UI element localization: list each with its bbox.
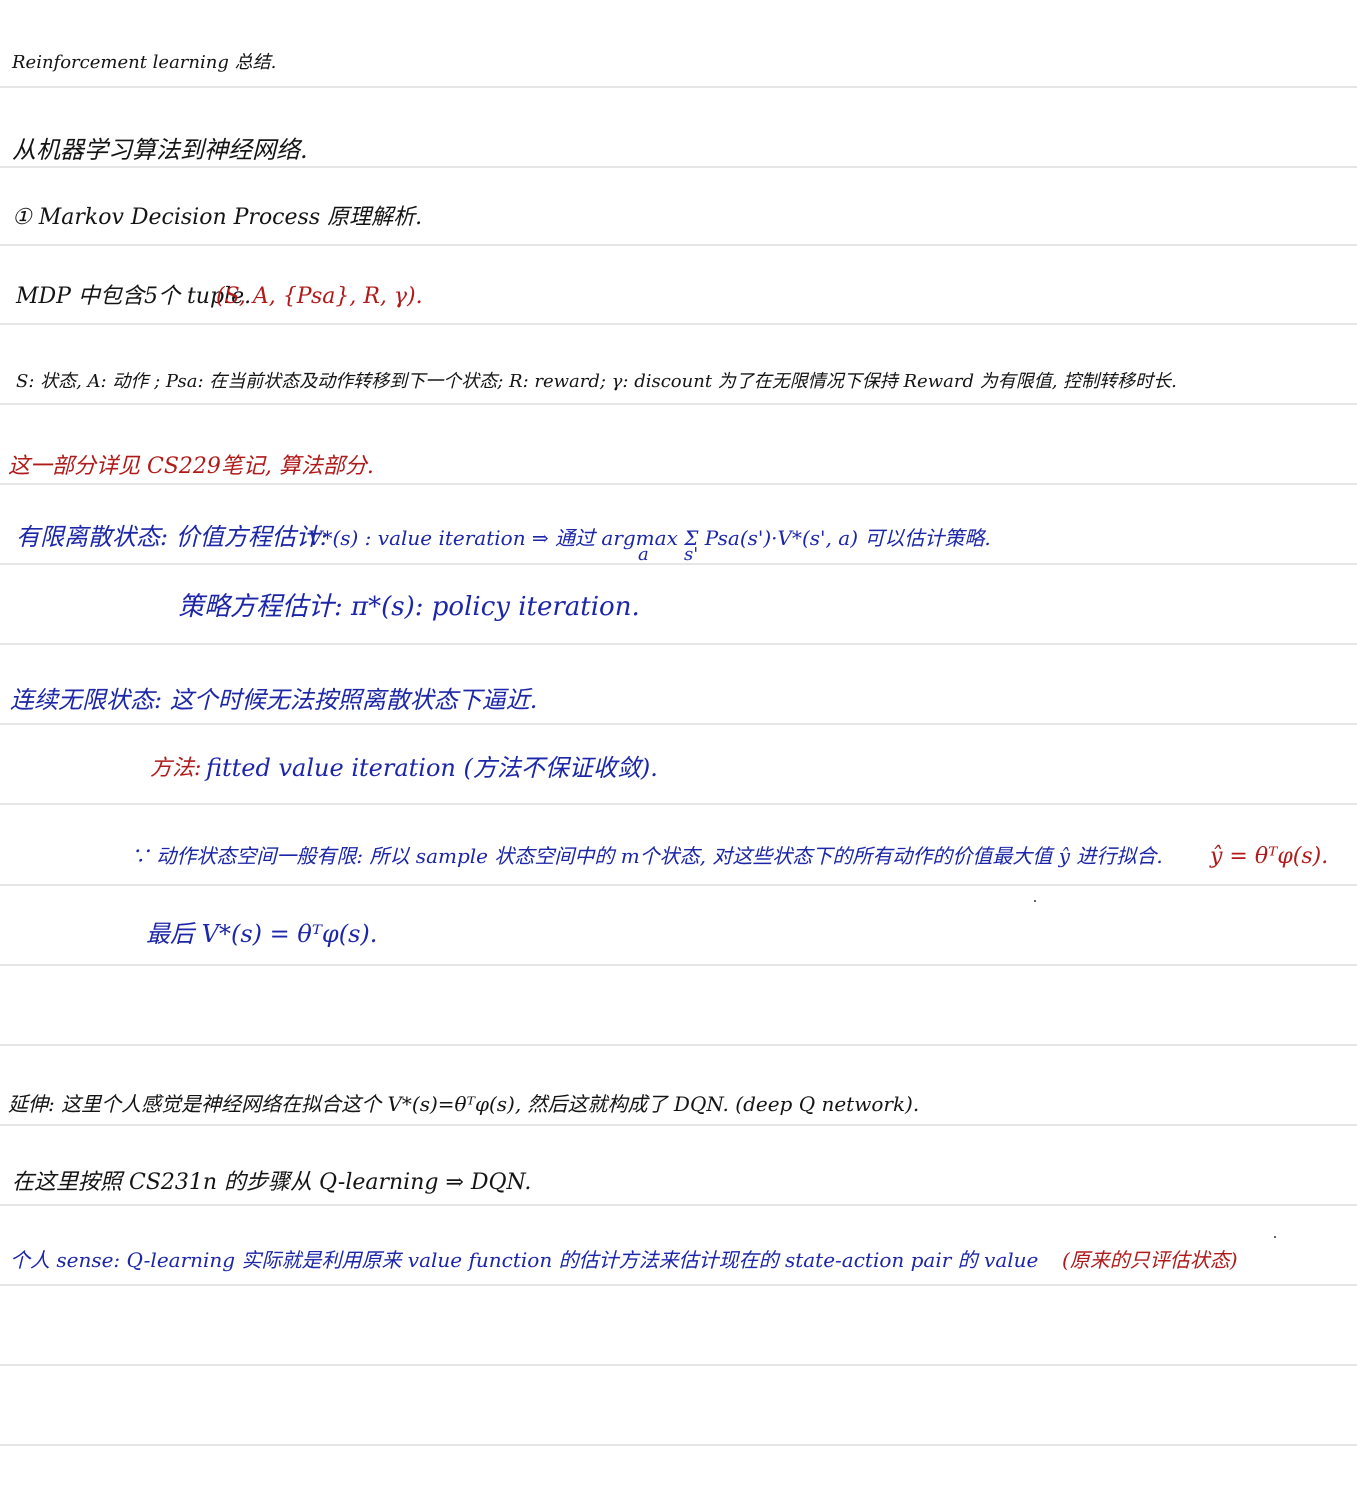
ruled-line — [0, 483, 1357, 485]
note-line-6-label: 有限离散状态: 价值方程估计: — [16, 523, 328, 551]
ruled-line — [0, 1364, 1357, 1366]
ruled-line — [0, 1044, 1357, 1046]
sum-subscript: s' — [684, 544, 699, 565]
ruled-line — [0, 403, 1357, 405]
note-line-9-label: 方法: — [150, 756, 202, 781]
ruled-line — [0, 323, 1357, 325]
note-line-1: 从机器学习算法到神经网络. — [12, 136, 308, 164]
ruled-line — [0, 1444, 1357, 1446]
note-line-9: fitted value iteration (方法不保证收敛). — [206, 754, 658, 782]
note-title: Reinforcement learning 总结. — [12, 52, 277, 73]
argmax-subscript: a — [638, 544, 649, 565]
ruled-line — [0, 964, 1357, 966]
note-line-7: 策略方程估计: π*(s): policy iteration. — [178, 592, 640, 622]
ruled-line — [0, 723, 1357, 725]
ruled-line — [0, 643, 1357, 645]
note-line-6-formula: V*(s) : value iteration ⇒ 通过 argmax Σ Ps… — [308, 526, 991, 550]
fit-formula: ŷ = θᵀφ(s). — [1210, 844, 1329, 869]
ruled-line — [0, 244, 1357, 246]
ink-dot — [1034, 900, 1036, 902]
ruled-line — [0, 86, 1357, 88]
note-line-4: S: 状态, A: 动作 ; Psa: 在当前状态及动作转移到下一个状态; R:… — [16, 371, 1177, 392]
ruled-line — [0, 1124, 1357, 1126]
ruled-line — [0, 1284, 1357, 1286]
ink-dot — [1274, 1236, 1276, 1238]
ruled-line — [0, 166, 1357, 168]
note-line-14: 个人 sense: Q-learning 实际就是利用原来 value func… — [10, 1248, 1039, 1272]
ruled-line — [0, 803, 1357, 805]
ruled-line — [0, 563, 1357, 565]
ruled-line — [0, 884, 1357, 886]
note-line-14-aside: (原来的只评估状态) — [1062, 1248, 1238, 1272]
notebook-page: Reinforcement learning 总结. 从机器学习算法到神经网络.… — [0, 0, 1357, 1500]
note-line-13: 在这里按照 CS231n 的步骤从 Q-learning ⇒ DQN. — [12, 1170, 532, 1195]
ruled-line — [0, 1204, 1357, 1206]
note-line-8: 连续无限状态: 这个时候无法按照离散状态下逼近. — [10, 686, 538, 714]
note-line-12: 延伸: 这里个人感觉是神经网络在拟合这个 V*(s)=θᵀφ(s), 然后这就构… — [8, 1092, 920, 1116]
note-line-2: ① Markov Decision Process 原理解析. — [12, 205, 423, 230]
note-line-10: ∵ 动作状态空间一般有限: 所以 sample 状态空间中的 m个状态, 对这些… — [130, 844, 1163, 868]
mdp-tuple: (S, A, {Psa}, R, γ). — [216, 284, 423, 309]
note-line-11: 最后 V*(s) = θᵀφ(s). — [146, 920, 378, 948]
note-line-5: 这一部分详见 CS229笔记, 算法部分. — [8, 454, 374, 479]
